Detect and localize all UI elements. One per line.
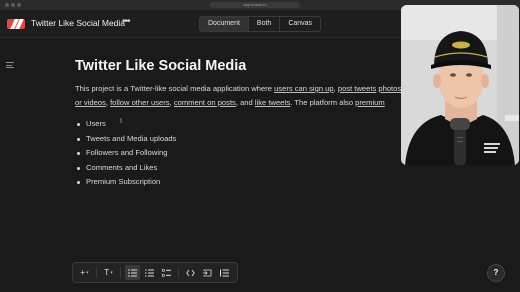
paragraph-link[interactable]: post tweets (338, 84, 376, 93)
view-mode-both-button[interactable]: Both (249, 17, 281, 31)
document-paragraph: This project is a Twitter-like social me… (75, 82, 405, 110)
checklist-button[interactable] (159, 265, 174, 280)
document-title[interactable]: Twitter Like Social Media (31, 18, 125, 28)
zoom-window-icon[interactable] (17, 3, 21, 7)
outline-icon (220, 269, 229, 276)
list-item: Followers and Following (75, 146, 420, 161)
list-item: Users (75, 117, 420, 132)
toolbar-divider (96, 267, 97, 278)
paragraph-text: , and (235, 98, 255, 107)
embed-button[interactable] (200, 265, 215, 280)
paragraph-link[interactable]: follow other users (110, 98, 170, 107)
bulleted-list-icon (128, 268, 137, 277)
embed-icon (203, 269, 212, 276)
document-body[interactable]: Twitter Like Social Media This project i… (75, 58, 420, 190)
help-button[interactable]: ? (487, 264, 505, 282)
presenter-photo (401, 5, 519, 165)
document-bullet-list: Users Tweets and Media uploads Followers… (75, 117, 420, 190)
numbered-list-icon (145, 269, 154, 276)
insert-block-button[interactable]: + ▾ (77, 265, 92, 280)
view-mode-canvas-button[interactable]: Canvas (280, 17, 320, 31)
app-window: app.eraser.io Twitter Like Social Media … (0, 0, 520, 292)
view-mode-switcher: Document Both Canvas (199, 16, 322, 32)
list-item: Tweets and Media uploads (75, 132, 420, 147)
outline-button[interactable] (217, 265, 232, 280)
close-window-icon[interactable] (5, 3, 9, 7)
format-toolbar: + ▾ T ▾ (72, 262, 238, 283)
code-block-button[interactable] (183, 265, 198, 280)
presenter-webcam-video (401, 5, 519, 165)
paragraph-text: . The platform also (290, 98, 356, 107)
view-mode-document-button[interactable]: Document (200, 17, 249, 31)
paragraph-text: This project is a Twitter-like social me… (75, 84, 275, 93)
toolbar-divider (120, 267, 121, 278)
paragraph-link[interactable]: like tweets (255, 98, 290, 107)
minimize-window-icon[interactable] (11, 3, 15, 7)
toolbar-divider (178, 267, 179, 278)
document-heading: Twitter Like Social Media (75, 58, 247, 74)
checklist-icon (162, 268, 171, 277)
list-item: Comments and Likes (75, 161, 420, 176)
paragraph-link[interactable]: comment on posts (174, 98, 236, 107)
bulleted-list-button[interactable] (125, 265, 140, 280)
paragraph-link[interactable]: users can sign up (274, 84, 334, 93)
code-icon (186, 269, 195, 276)
eraser-logo-icon[interactable] (7, 19, 25, 29)
text-cursor-icon: I (120, 118, 122, 125)
numbered-list-button[interactable] (142, 265, 157, 280)
address-bar[interactable]: app.eraser.io (210, 2, 300, 8)
text-style-button[interactable]: T ▾ (101, 265, 116, 280)
list-item: Premium Subscription (75, 175, 420, 190)
more-options-icon[interactable]: ••• (122, 16, 130, 27)
outline-toggle-icon[interactable] (6, 62, 14, 68)
